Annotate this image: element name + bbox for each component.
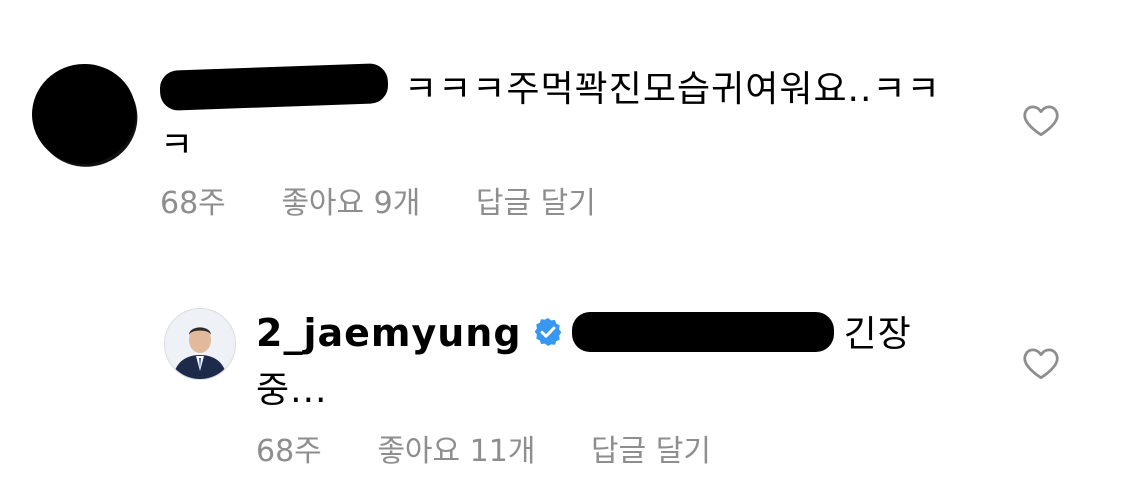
heart-outline-icon[interactable] — [1022, 346, 1060, 380]
like-count[interactable]: 좋아요 11개 — [377, 434, 535, 469]
comment-body: 2_jaemyung 긴장중... — [256, 305, 956, 419]
comment-time: 68주 — [256, 434, 322, 469]
verified-badge-icon — [534, 318, 561, 346]
comment-meta: 68주 좋아요 11개 답글 달기 — [256, 426, 757, 470]
redacted-text — [571, 312, 834, 352]
comments-screen: ㅋㅋㅋ주먹꽉진모습귀여워요..ㅋㅋㅋ 68주 좋아요 9개 답글 달기 2_ja… — [0, 0, 1125, 502]
username[interactable]: 2_jaemyung — [256, 311, 522, 355]
avatar[interactable] — [164, 308, 236, 380]
reply-comment-item: 2_jaemyung 긴장중... 68주 좋아요 11개 답글 달기 — [0, 0, 1125, 502]
reply-button[interactable]: 답글 달기 — [591, 434, 711, 469]
